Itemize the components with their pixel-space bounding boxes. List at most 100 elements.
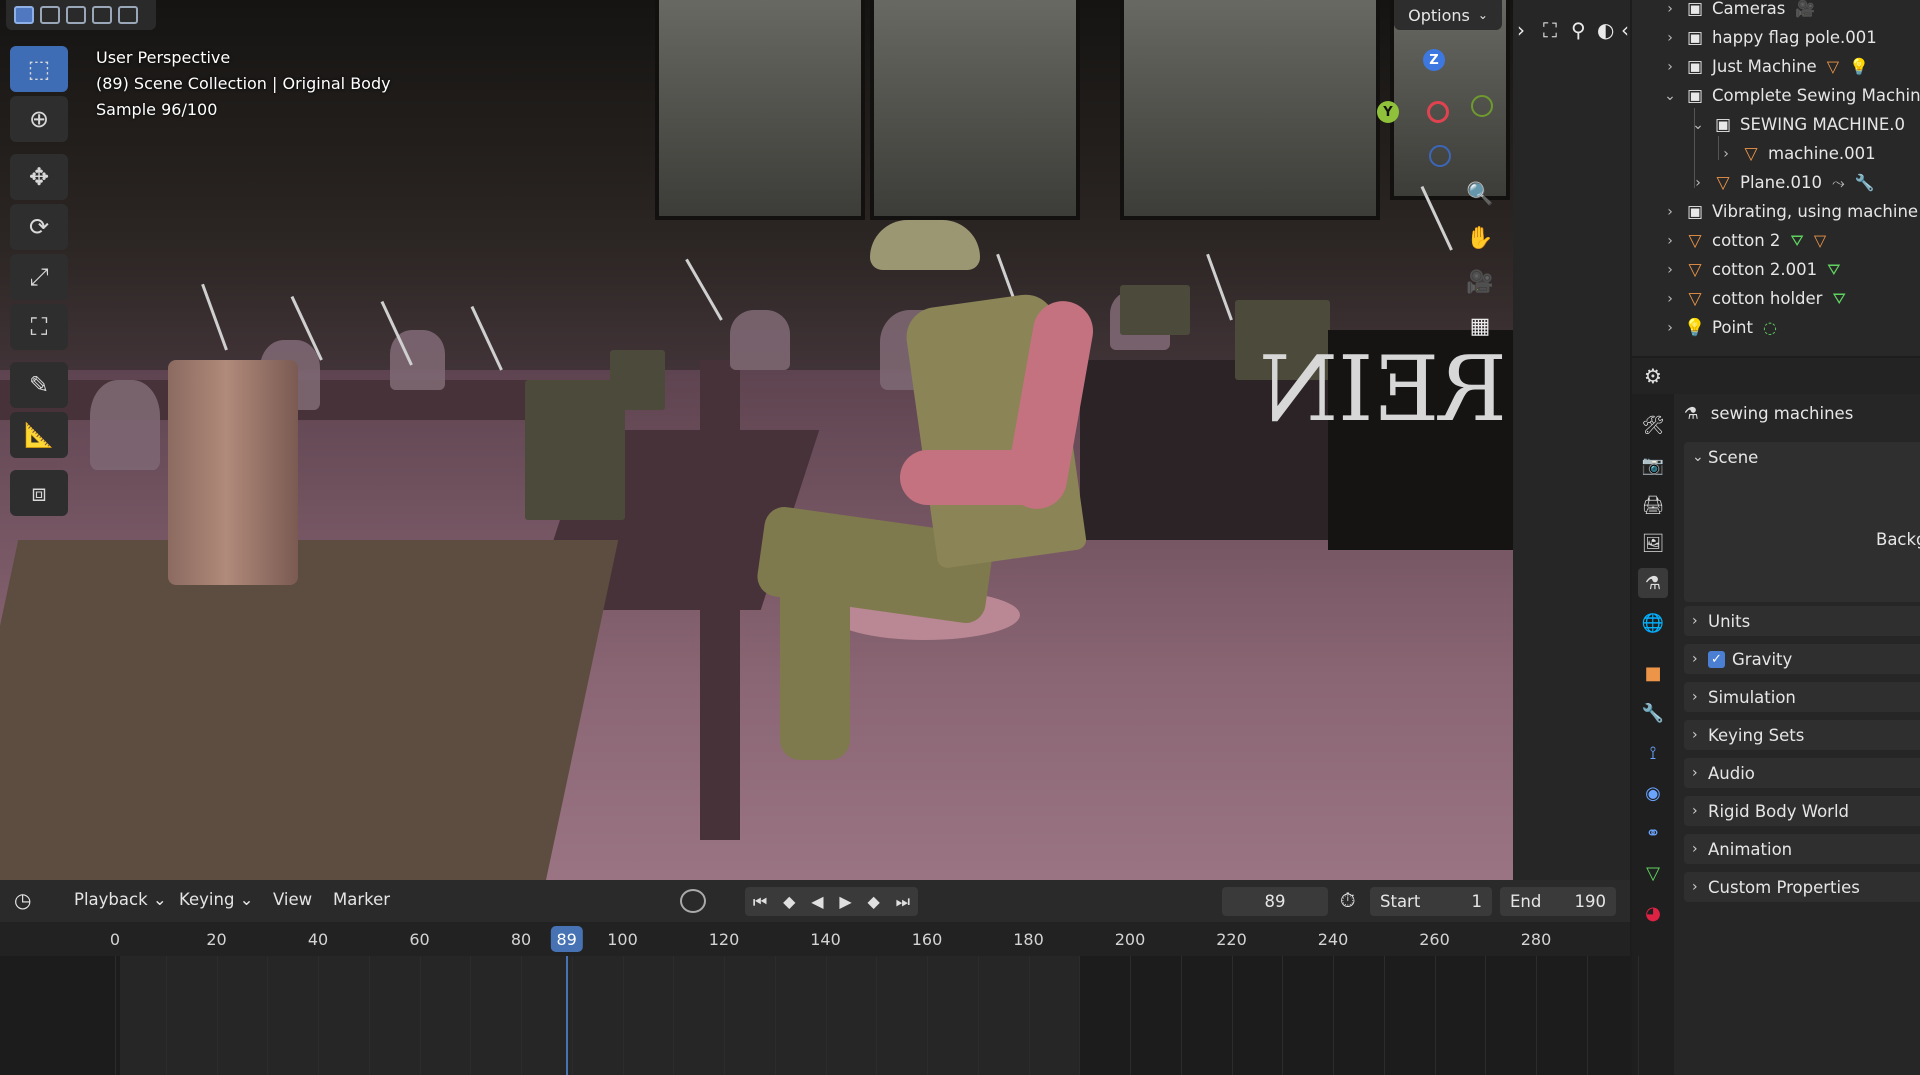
select-difference-icon[interactable] (92, 6, 112, 24)
chevron-right-icon[interactable]: › (1662, 233, 1678, 249)
outliner-row[interactable]: › ▣ happy flag pole.001 (1662, 23, 1877, 52)
camera-view-icon[interactable]: 🎥 (1462, 264, 1498, 300)
stopwatch-icon[interactable]: ⏱ (1340, 888, 1356, 912)
playback-menu[interactable]: Playback ⌄ (74, 890, 167, 909)
visibility-filter-icon[interactable]: ⚲ (1571, 18, 1586, 42)
rotate-icon[interactable]: ⟳ (10, 204, 68, 250)
keying-menu[interactable]: Keying ⌄ (179, 890, 254, 909)
play-icon[interactable]: ▶ (839, 892, 851, 911)
playhead-line[interactable] (565, 956, 568, 1075)
move-icon[interactable]: ✥ (10, 154, 68, 200)
select-intersect-icon[interactable] (118, 6, 138, 24)
jump-end-icon[interactable]: ⏭ (896, 892, 910, 912)
chevron-left-icon[interactable]: ‹ (1621, 18, 1629, 42)
chevron-right-icon[interactable]: › (1662, 262, 1678, 278)
scene-tab-icon[interactable]: ⚗ (1638, 568, 1668, 598)
scale-icon[interactable]: ⤢ (10, 254, 68, 300)
units-panel[interactable]: › Units (1684, 606, 1920, 636)
custom-properties-panel[interactable]: › Custom Properties (1684, 872, 1920, 902)
data-tab-icon[interactable]: ▽ (1638, 858, 1668, 888)
playhead-frame-label[interactable]: 89 (550, 926, 583, 952)
select-box-icon[interactable]: ⬚ (10, 46, 68, 92)
jump-keyframe-back-icon[interactable]: ◆ (783, 892, 795, 911)
start-frame-field[interactable]: Start 1 (1370, 887, 1492, 916)
timeline-ruler[interactable]: 0 20 40 60 80 100 120 140 160 180 200 220 240 260 280 … (0, 922, 1630, 956)
select-new-icon[interactable] (14, 6, 34, 24)
timeline-track[interactable] (0, 956, 1639, 1075)
navigation-gizmo[interactable]: Z Y (1375, 45, 1505, 175)
chevron-right-icon[interactable]: › (1517, 18, 1525, 42)
options-dropdown[interactable]: Options ⌄ (1394, 0, 1502, 30)
outliner-row[interactable]: › ▽ Plane.010 ⤳ 🔧 (1690, 168, 1875, 197)
outliner-row[interactable]: › ▽ machine.001 (1718, 139, 1875, 168)
transform-icon[interactable]: ⛶ (10, 304, 68, 350)
gravity-panel[interactable]: › ✓ Gravity (1684, 644, 1920, 674)
object-tab-icon[interactable]: ■ (1638, 658, 1668, 688)
outliner-row[interactable]: › ▽ cotton holder ⛛ (1662, 284, 1846, 313)
scene-panel-header[interactable]: ⌄ Scene (1684, 442, 1920, 472)
outliner-row[interactable]: ⌄ ▣ Complete Sewing Machine (1662, 81, 1920, 110)
measure-icon[interactable]: 📐 (10, 412, 68, 458)
grid-view-icon[interactable]: ▦ (1462, 308, 1498, 344)
neg-z-axis-icon[interactable] (1429, 145, 1451, 167)
zoom-icon[interactable]: 🔍 (1462, 176, 1498, 212)
output-tab-icon[interactable]: 🖨 (1638, 490, 1668, 520)
animation-panel[interactable]: › Animation (1684, 834, 1920, 864)
jump-keyframe-forward-icon[interactable]: ◆ (868, 892, 880, 911)
chevron-right-icon[interactable]: › (1662, 30, 1678, 46)
tool-tab-icon[interactable]: 🛠 (1638, 410, 1668, 440)
particles-tab-icon[interactable]: ⟟ (1638, 738, 1668, 768)
chevron-right-icon[interactable]: › (1662, 59, 1678, 75)
chevron-right-icon[interactable]: › (1662, 204, 1678, 220)
physics-tab-icon[interactable]: ◉ (1638, 778, 1668, 808)
annotate-icon[interactable]: ✎ (10, 362, 68, 408)
simulation-panel[interactable]: › Simulation (1684, 682, 1920, 712)
outliner[interactable]: › ▣ Cameras 🎥 › ▣ happy flag pole.001 › … (1632, 0, 1920, 356)
z-axis-icon[interactable]: Z (1423, 49, 1445, 71)
chevron-right-icon[interactable]: › (1662, 320, 1678, 336)
outliner-row[interactable]: ⌄ ▣ SEWING MACHINE.0 (1690, 110, 1905, 139)
auto-keying-toggle[interactable] (680, 889, 706, 913)
render-tab-icon[interactable]: 📷 (1638, 450, 1668, 480)
clock-editor-icon[interactable]: ◷ (14, 888, 31, 912)
properties-editor[interactable]: ⚙ 🛠 📷 🖨 🖼 ⚗ 🌐 ■ 🔧 ⟟ ◉ ⚭ ▽ ◕ ⚗ sewing mac… (1632, 358, 1920, 1075)
add-cube-icon[interactable]: ⧈ (10, 470, 68, 516)
view-menu[interactable]: View (273, 890, 312, 909)
timeline-editor[interactable]: ◷ Playback ⌄ Keying ⌄ View Marker ⏮ ◆ ◀ … (0, 880, 1639, 1075)
3d-viewport[interactable]: REIN User Perspective (89) Scene Collect… (0, 0, 1513, 880)
current-frame-field[interactable]: 89 (1222, 887, 1328, 916)
x-axis-icon[interactable] (1427, 101, 1449, 123)
world-tab-icon[interactable]: 🌐 (1638, 608, 1668, 638)
gravity-checkbox[interactable]: ✓ (1708, 650, 1725, 668)
chevron-down-icon[interactable]: ⌄ (1662, 88, 1678, 104)
neg-y-axis-icon[interactable] (1471, 95, 1493, 117)
shading-icon[interactable]: ◐ (1597, 18, 1614, 42)
chevron-right-icon[interactable]: › (1690, 175, 1706, 191)
y-axis-icon[interactable]: Y (1377, 101, 1399, 123)
outliner-row[interactable]: › ▣ Cameras 🎥 (1662, 0, 1815, 23)
outliner-row[interactable]: › ▽ cotton 2 ⛛ ▽ (1662, 226, 1826, 255)
view-layer-tab-icon[interactable]: 🖼 (1638, 528, 1668, 558)
outliner-row[interactable]: › ▣ Just Machine ▽ 💡 (1662, 52, 1869, 81)
end-frame-field[interactable]: End 190 (1500, 887, 1616, 916)
jump-start-icon[interactable]: ⏮ (753, 892, 767, 912)
play-reverse-icon[interactable]: ◀ (811, 892, 823, 911)
constraints-tab-icon[interactable]: ⚭ (1638, 818, 1668, 848)
chevron-down-icon[interactable]: ⌄ (1690, 117, 1706, 133)
material-tab-icon[interactable]: ◕ (1638, 898, 1668, 928)
keying-sets-panel[interactable]: › Keying Sets (1684, 720, 1920, 750)
audio-panel[interactable]: › Audio (1684, 758, 1920, 788)
outliner-row[interactable]: › ▣ Vibrating, using machine (1662, 197, 1918, 226)
select-subtract-icon[interactable] (66, 6, 86, 24)
outliner-row[interactable]: › 💡 Point ◌ (1662, 313, 1777, 342)
rigid-body-world-panel[interactable]: › Rigid Body World (1684, 796, 1920, 826)
chevron-right-icon[interactable]: › (1718, 146, 1734, 162)
chevron-right-icon[interactable]: › (1662, 291, 1678, 307)
cursor-icon[interactable]: ⊕ (10, 96, 68, 142)
frame-selected-icon[interactable]: ⛶ (1543, 18, 1557, 42)
marker-menu[interactable]: Marker (333, 890, 390, 909)
editor-type-icon[interactable]: ⚙ (1644, 364, 1662, 388)
chevron-right-icon[interactable]: › (1662, 1, 1678, 17)
outliner-row[interactable]: › ▽ cotton 2.001 ⛛ (1662, 255, 1840, 284)
select-extend-icon[interactable] (40, 6, 60, 24)
